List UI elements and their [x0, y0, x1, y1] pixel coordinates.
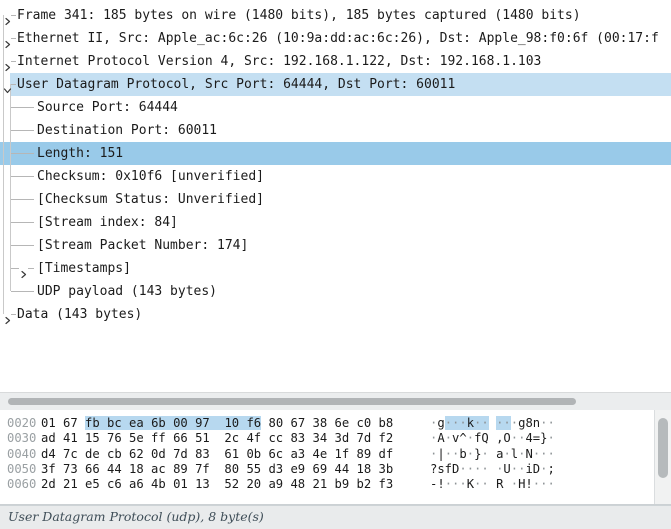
collapsed-chevron-icon[interactable]	[3, 34, 12, 43]
hex-bytes: 2d 21 e5 c6 a6 4b 01 13 52 20 a9 48 21 b…	[41, 477, 393, 492]
hex-row[interactable]: 0030 ad 41 15 76 5e ff 66 51 2c 4f cc 83 …	[0, 431, 671, 446]
tree-connector-line	[28, 268, 34, 269]
tree-guide-line	[10, 84, 11, 291]
tree-row[interactable]: [Checksum Status: Unverified]	[0, 188, 671, 211]
tree-row-label: UDP payload (143 bytes)	[37, 280, 217, 303]
wireshark-window: Frame 341: 185 bytes on wire (1480 bits)…	[0, 0, 671, 529]
tree-row-label: Source Port: 64444	[37, 96, 178, 119]
tree-row[interactable]: User Datagram Protocol, Src Port: 64444,…	[0, 73, 671, 96]
hex-bytes: 3f 73 66 44 18 ac 89 7f 80 55 d3 e9 69 4…	[41, 462, 393, 477]
hex-row[interactable]: 0050 3f 73 66 44 18 ac 89 7f 80 55 d3 e9 …	[0, 462, 671, 477]
tree-connector-line	[11, 199, 34, 200]
collapsed-chevron-icon[interactable]	[3, 57, 12, 66]
tree-row-label: Checksum: 0x10f6 [unverified]	[37, 165, 264, 188]
tree-row-label: Frame 341: 185 bytes on wire (1480 bits)…	[17, 4, 581, 27]
status-bar: User Datagram Protocol (udp), 8 byte(s)	[0, 505, 671, 529]
hex-offset: 0060	[7, 477, 36, 492]
tree-row[interactable]: Ethernet II, Src: Apple_ac:6c:26 (10:9a:…	[0, 27, 671, 50]
horizontal-scrollbar[interactable]	[0, 393, 671, 410]
collapsed-chevron-icon[interactable]	[19, 264, 28, 273]
hex-bytes: 01 67 fb bc ea 6b 00 97 10 f6 80 67 38 6…	[41, 416, 393, 431]
hex-row[interactable]: 0020 01 67 fb bc ea 6b 00 97 10 f6 80 67 …	[0, 416, 671, 431]
tree-row[interactable]: Internet Protocol Version 4, Src: 192.16…	[0, 50, 671, 73]
tree-row[interactable]: Source Port: 64444	[0, 96, 671, 119]
tree-row[interactable]: Length: 151	[0, 142, 671, 165]
tree-connector-line	[11, 130, 34, 131]
tree-row-label: Length: 151	[37, 142, 123, 165]
tree-connector-line	[11, 153, 34, 154]
hex-offset: 0050	[7, 462, 36, 477]
tree-connector-line	[11, 268, 19, 269]
tree-row[interactable]: [Stream Packet Number: 174]	[0, 234, 671, 257]
tree-row[interactable]: Frame 341: 185 bytes on wire (1480 bits)…	[0, 4, 671, 27]
tree-row-label: [Checksum Status: Unverified]	[37, 188, 264, 211]
tree-row[interactable]: [Stream index: 84]	[0, 211, 671, 234]
ascii-bytes: ·A·v^·fQ ,O··4=}·	[430, 431, 555, 446]
tree-row-label: [Stream index: 84]	[37, 211, 178, 234]
hex-row[interactable]: 0060 2d 21 e5 c6 a6 4b 01 13 52 20 a9 48 …	[0, 477, 671, 492]
tree-connector-line	[11, 245, 34, 246]
tree-row-label: Ethernet II, Src: Apple_ac:6c:26 (10:9a:…	[17, 27, 659, 50]
tree-row[interactable]: [Timestamps]	[0, 257, 671, 280]
collapsed-chevron-icon[interactable]	[3, 11, 12, 20]
collapsed-chevron-icon[interactable]	[3, 310, 12, 319]
hex-bytes: d4 7c de cb 62 0d 7d 83 61 0b 6c a3 4e 1…	[41, 447, 393, 462]
ascii-bytes: ·|··b·}· a·l·N···	[430, 447, 555, 462]
ascii-bytes: ·g···k·· ···g8n··	[430, 416, 555, 431]
tree-row-label: [Stream Packet Number: 174]	[37, 234, 248, 257]
tree-connector-line	[11, 222, 34, 223]
hex-offset: 0020	[7, 416, 36, 431]
status-field-info: User Datagram Protocol (udp), 8 byte(s)	[8, 509, 264, 524]
packet-detail-pane[interactable]: Frame 341: 185 bytes on wire (1480 bits)…	[0, 0, 671, 393]
tree-row-label: Destination Port: 60011	[37, 119, 217, 142]
ascii-bytes: ?sfD···· ·U··iD·;	[430, 462, 555, 477]
expanded-chevron-icon[interactable]	[3, 80, 12, 89]
packet-bytes-pane[interactable]: 0020 01 67 fb bc ea 6b 00 97 10 f6 80 67 …	[0, 410, 671, 505]
hex-offset: 0030	[7, 431, 36, 446]
tree-connector-line	[11, 176, 34, 177]
tree-connector-line	[11, 291, 34, 292]
tree-row-label: Internet Protocol Version 4, Src: 192.16…	[17, 50, 541, 73]
tree-row[interactable]: Data (143 bytes)	[0, 303, 671, 326]
tree-row[interactable]: UDP payload (143 bytes)	[0, 280, 671, 303]
tree-row-label: Data (143 bytes)	[17, 303, 142, 326]
tree-row-label: [Timestamps]	[37, 257, 131, 280]
hex-row[interactable]: 0040 d4 7c de cb 62 0d 7d 83 61 0b 6c a3 …	[0, 447, 671, 462]
hex-bytes: ad 41 15 76 5e ff 66 51 2c 4f cc 83 34 3…	[41, 431, 393, 446]
ascii-bytes: -!···K·· R ·H!···	[430, 477, 555, 492]
tree-connector-line	[11, 107, 34, 108]
tree-row-label: User Datagram Protocol, Src Port: 64444,…	[17, 73, 455, 96]
tree-row[interactable]: Destination Port: 60011	[0, 119, 671, 142]
hex-offset: 0040	[7, 447, 36, 462]
horizontal-scrollbar-thumb[interactable]	[8, 398, 576, 405]
tree-row[interactable]: Checksum: 0x10f6 [unverified]	[0, 165, 671, 188]
